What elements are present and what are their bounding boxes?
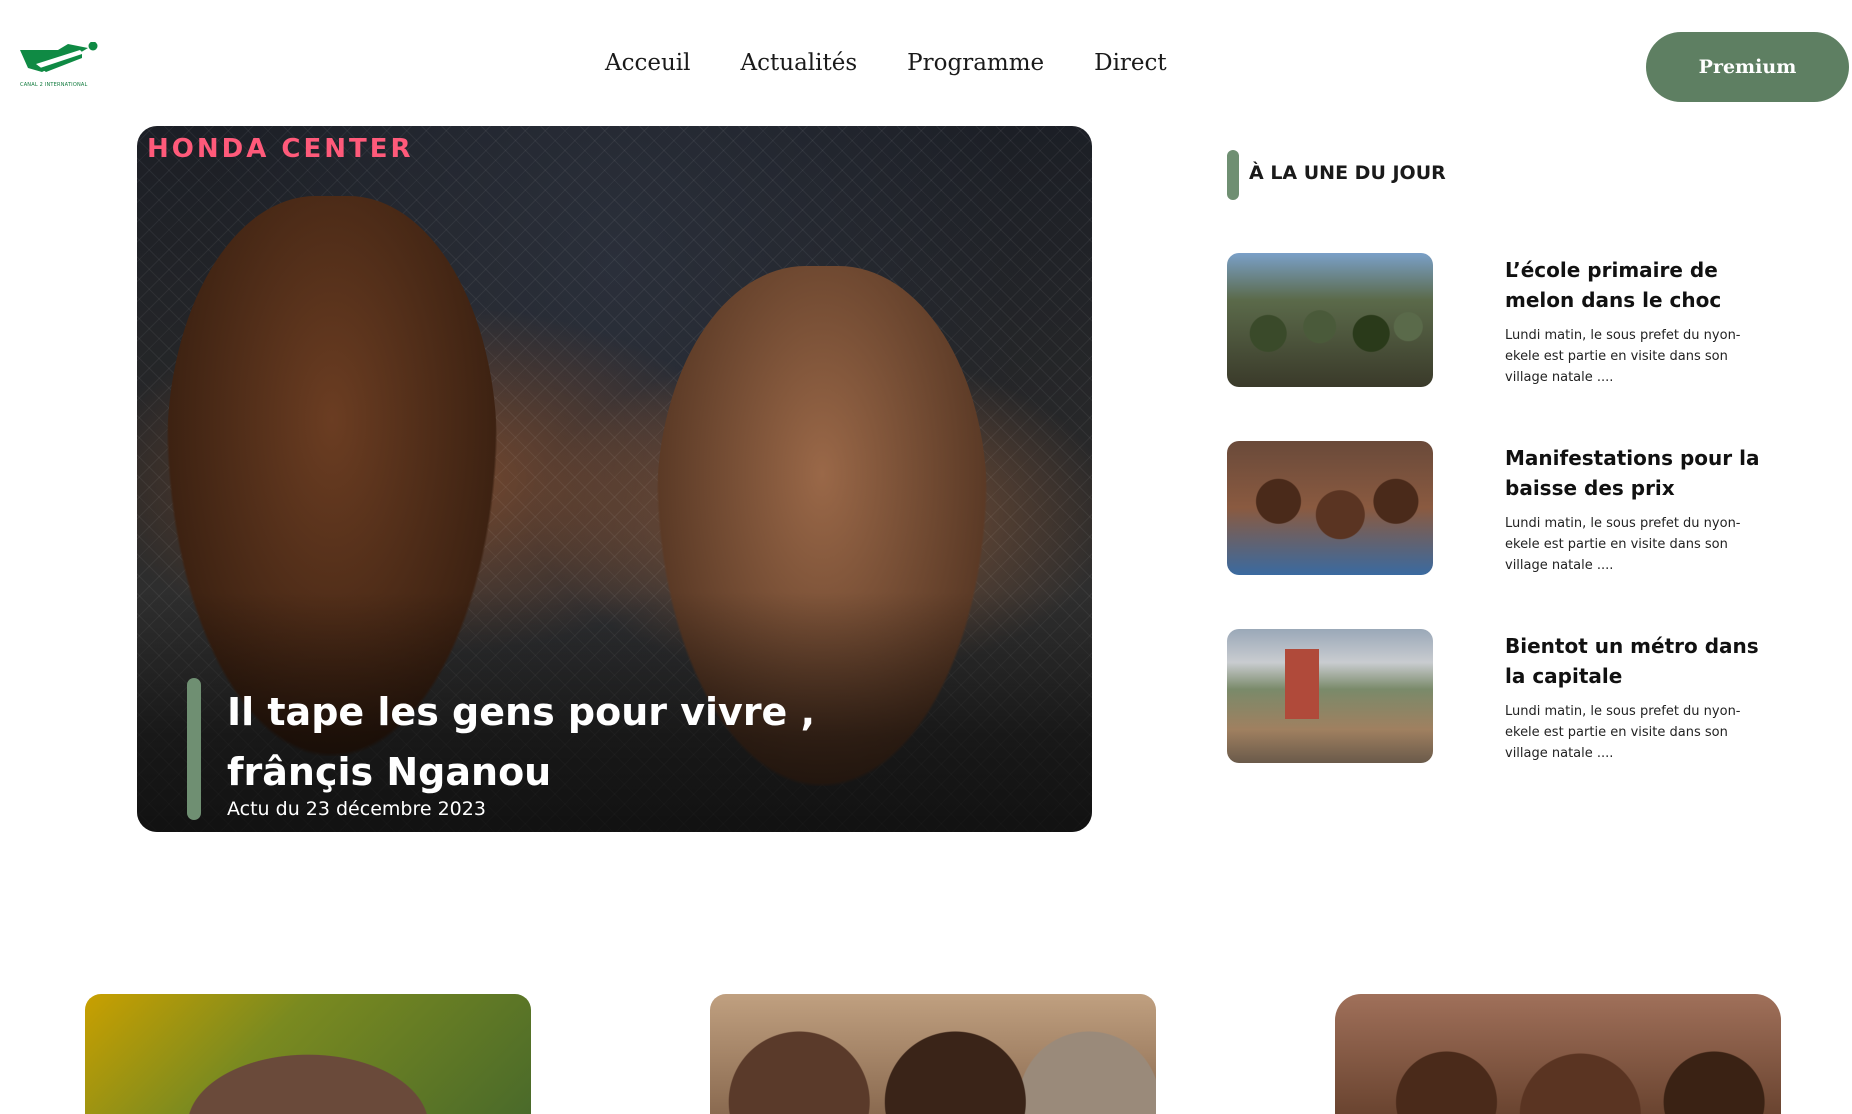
news-description: Lundi matin, le sous prefet du nyon-ekel… — [1505, 516, 1741, 573]
main-nav: Acceuil Actualités Programme Direct — [605, 50, 1167, 76]
hero-title[interactable]: Il tape les gens pour vivre , frânçis Ng… — [227, 682, 927, 802]
sidebar-accent-bar — [1227, 150, 1239, 200]
sidebar-title: À LA UNE DU JOUR — [1249, 162, 1446, 184]
hero-date: Actu du 23 décembre 2023 — [227, 798, 486, 820]
logo-text: CANAL 2 INTERNATIONAL — [20, 82, 88, 88]
news-description: Lundi matin, le sous prefet du nyon-ekel… — [1505, 328, 1741, 385]
article-card-image[interactable] — [710, 994, 1156, 1114]
news-thumbnail[interactable] — [1227, 441, 1433, 575]
logo-mark-icon — [20, 41, 98, 72]
premium-button[interactable]: Premium — [1646, 32, 1849, 102]
news-title[interactable]: L’école primaire de melon dans le choc — [1505, 255, 1775, 315]
nav-direct[interactable]: Direct — [1094, 50, 1167, 76]
hero-accent-bar — [187, 678, 201, 820]
nav-programme[interactable]: Programme — [907, 50, 1044, 76]
news-item[interactable]: L’école primaire de melon dans le choc L… — [1227, 253, 1787, 389]
nav-actualites[interactable]: Actualités — [741, 50, 858, 76]
site-header: CANAL 2 INTERNATIONAL Acceuil Actualités… — [0, 0, 1852, 120]
news-description: Lundi matin, le sous prefet du nyon-ekel… — [1505, 704, 1741, 761]
canal2-logo[interactable]: CANAL 2 INTERNATIONAL — [18, 41, 116, 92]
article-card-image[interactable] — [85, 994, 531, 1114]
hero-image-banner: HONDA CENTER — [147, 134, 414, 164]
hero-article[interactable]: HONDA CENTER Il tape les gens pour vivre… — [137, 126, 1092, 832]
news-item[interactable]: Bientot un métro dans la capitale Lundi … — [1227, 629, 1787, 765]
article-card-image[interactable] — [1335, 994, 1781, 1114]
news-thumbnail[interactable] — [1227, 629, 1433, 763]
news-thumbnail[interactable] — [1227, 253, 1433, 387]
news-title[interactable]: Manifestations pour la baisse des prix — [1505, 443, 1775, 503]
news-item[interactable]: Manifestations pour la baisse des prix L… — [1227, 441, 1787, 577]
news-title[interactable]: Bientot un métro dans la capitale — [1505, 631, 1775, 691]
nav-acceuil[interactable]: Acceuil — [605, 50, 691, 76]
